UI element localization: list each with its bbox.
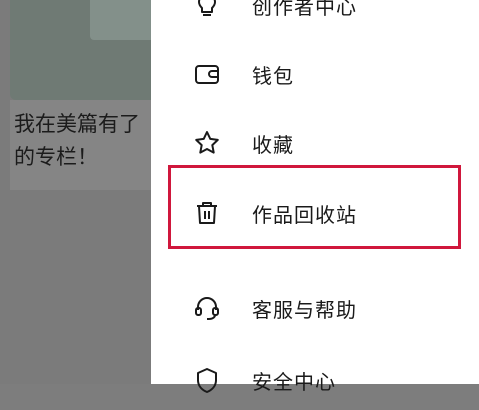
menu-item-favorites[interactable]: 收藏 [151,113,479,173]
menu-item-label: 安全中心 [252,369,336,394]
article-card-text: 我在美篇有了 的专栏！ [14,112,140,169]
star-icon [193,129,221,157]
menu-item-security-center[interactable]: 安全中心 [151,350,479,410]
menu-item-wallet[interactable]: 钱包 [151,44,479,104]
shield-icon [193,366,221,394]
article-thumbnail [10,0,170,100]
menu-item-customer-service[interactable]: 客服与帮助 [151,278,479,338]
menu-item-creator-center[interactable]: 创作者中心 [151,0,479,35]
menu-item-label: 钱包 [252,63,294,88]
dimmed-background: 我在美篇有了 的专栏！ [0,0,170,384]
menu-item-label: 创作者中心 [252,0,357,19]
menu-item-label: 客服与帮助 [252,297,357,322]
wallet-icon [193,60,221,88]
menu-item-label: 收藏 [252,132,294,157]
lightbulb-icon [193,0,221,19]
highlight-box [168,165,461,249]
headset-icon [193,294,221,322]
